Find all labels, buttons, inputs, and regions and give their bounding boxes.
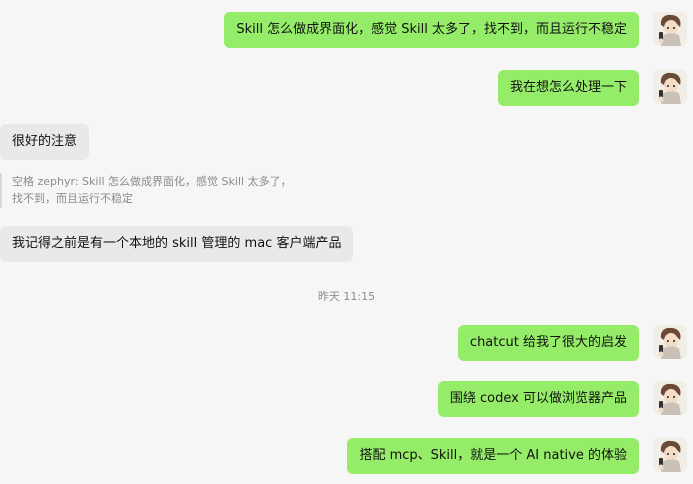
message-row: chatcut 给我了很大的启发 [0, 325, 693, 381]
anime-avatar-icon [653, 381, 687, 415]
incoming-message-bubble[interactable]: 很好的注意 [0, 124, 90, 160]
anime-avatar-icon [653, 325, 687, 359]
message-text: 搭配 mcp、Skill，就是一个 AI native 的体验 [359, 448, 627, 463]
message-text: 我记得之前是有一个本地的 skill 管理的 mac 客户端产品 [12, 236, 342, 251]
anime-avatar-icon [653, 438, 687, 472]
anime-avatar-icon [653, 12, 687, 46]
message-row: Skill 怎么做成界面化，感觉 Skill 太多了，找不到，而且运行不稳定 [0, 12, 693, 68]
quote-text: 空格 zephyr: Skill 怎么做成界面化，感觉 Skill 太多了，找不… [12, 175, 292, 205]
message-timestamp: 昨天 11:15 [317, 290, 376, 303]
message-row: 我在想怎么处理一下 [0, 70, 693, 126]
message-text: Skill 怎么做成界面化，感觉 Skill 太多了，找不到，而且运行不稳定 [236, 22, 627, 37]
avatar[interactable] [653, 12, 687, 46]
avatar[interactable] [653, 325, 687, 359]
outgoing-message-bubble[interactable]: chatcut 给我了很大的启发 [457, 325, 639, 361]
avatar[interactable] [653, 70, 687, 104]
message-row: 搭配 mcp、Skill，就是一个 AI native 的体验 [0, 438, 693, 484]
message-text: 很好的注意 [12, 134, 78, 149]
outgoing-message-bubble[interactable]: 围绕 codex 可以做浏览器产品 [437, 381, 639, 417]
message-row: 围绕 codex 可以做浏览器产品 [0, 381, 693, 437]
outgoing-message-bubble[interactable]: 我在想怎么处理一下 [497, 70, 639, 106]
outgoing-message-bubble[interactable]: Skill 怎么做成界面化，感觉 Skill 太多了，找不到，而且运行不稳定 [224, 12, 639, 48]
quoted-message[interactable]: 空格 zephyr: Skill 怎么做成界面化，感觉 Skill 太多了，找不… [0, 173, 300, 208]
avatar[interactable] [653, 438, 687, 472]
avatar[interactable] [653, 381, 687, 415]
anime-avatar-icon [653, 70, 687, 104]
message-text: 围绕 codex 可以做浏览器产品 [449, 391, 627, 406]
message-text: 我在想怎么处理一下 [509, 80, 627, 95]
chat-window: Skill 怎么做成界面化，感觉 Skill 太多了，找不到，而且运行不稳定 我… [0, 0, 693, 484]
incoming-message-bubble[interactable]: 我记得之前是有一个本地的 skill 管理的 mac 客户端产品 [0, 226, 354, 262]
message-text: chatcut 给我了很大的启发 [469, 335, 627, 350]
outgoing-message-bubble[interactable]: 搭配 mcp、Skill，就是一个 AI native 的体验 [347, 438, 639, 474]
